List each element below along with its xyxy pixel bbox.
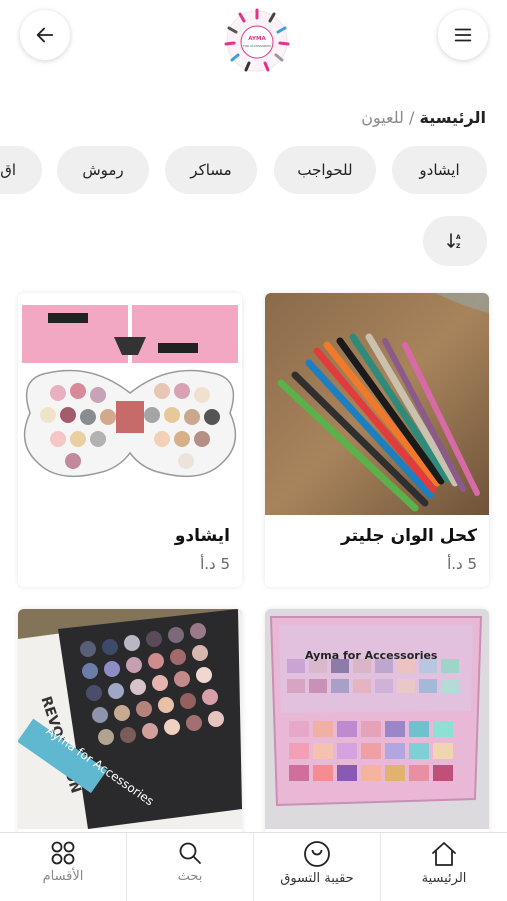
product-title: كحل الوان جليتر (341, 526, 477, 546)
nav-categories[interactable]: الأقسام (0, 833, 126, 901)
nav-shopping-bag[interactable]: حقيبة التسوق (253, 833, 380, 901)
chip-partial[interactable]: اق (0, 146, 42, 194)
product-card[interactable]: ايشادو 5 د.أ (18, 293, 242, 587)
shopping-bag-icon (304, 841, 330, 867)
product-card[interactable]: كحل الوان جليتر 5 د.أ (265, 293, 489, 587)
breadcrumb-current: للعيون (361, 108, 404, 127)
back-button[interactable] (20, 10, 70, 60)
product-price: 5 د.أ (200, 555, 230, 573)
product-image-butterfly-palette (18, 293, 242, 515)
home-icon (432, 842, 456, 866)
product-price: 5 د.أ (447, 555, 477, 573)
chip-brows[interactable]: للحواجب (274, 146, 376, 194)
subcategory-chips: ايشادو للحواجب مساكر رموش اق (0, 146, 507, 194)
sort-icon: A Z (447, 233, 461, 250)
svg-text:AYMA: AYMA (248, 36, 266, 42)
product-image-pastel-palette (265, 609, 489, 829)
chip-eyeshadow[interactable]: ايشادو (392, 146, 487, 194)
chip-mascara[interactable]: مساكر (165, 146, 257, 194)
breadcrumb-home[interactable]: الرئيسية (420, 108, 487, 127)
product-card[interactable]: Ayma for Accessories (265, 609, 489, 839)
breadcrumb-separator: / (409, 108, 415, 127)
sort-button[interactable]: A Z (423, 216, 487, 266)
ayma-store-logo: AYMA FOR ACCESSORIES (224, 8, 290, 72)
bottom-navigation: الأقسام بحث حقيبة التسوق الرئيسية (0, 832, 507, 901)
categories-grid-icon (51, 841, 75, 865)
product-image-eyeliner (265, 293, 489, 515)
chip-lashes[interactable]: رموش (57, 146, 149, 194)
nav-search-label: بحث (177, 869, 203, 884)
arrow-left-icon (36, 27, 54, 43)
svg-text:Z: Z (456, 243, 461, 250)
product-title: ايشادو (174, 526, 230, 546)
svg-text:FOR ACCESSORIES: FOR ACCESSORIES (243, 44, 271, 48)
nav-search[interactable]: بحث (126, 833, 253, 901)
nav-shopping-bag-label: حقيبة التسوق (280, 871, 354, 886)
hamburger-menu-icon (454, 28, 472, 42)
nav-home-label: الرئيسية (421, 871, 467, 886)
menu-button[interactable] (438, 10, 488, 60)
svg-text:A: A (456, 234, 461, 241)
search-icon (179, 842, 201, 864)
breadcrumb: الرئيسية / للعيون (361, 108, 486, 127)
store-logo[interactable]: AYMA FOR ACCESSORIES (222, 6, 292, 76)
nav-categories-label: الأقسام (42, 869, 84, 884)
image-watermark: Ayma for Accessories (305, 649, 438, 662)
nav-home[interactable]: الرئيسية (380, 833, 507, 901)
product-card[interactable]: REVOLUTION Ayma for Accessories (18, 609, 242, 839)
